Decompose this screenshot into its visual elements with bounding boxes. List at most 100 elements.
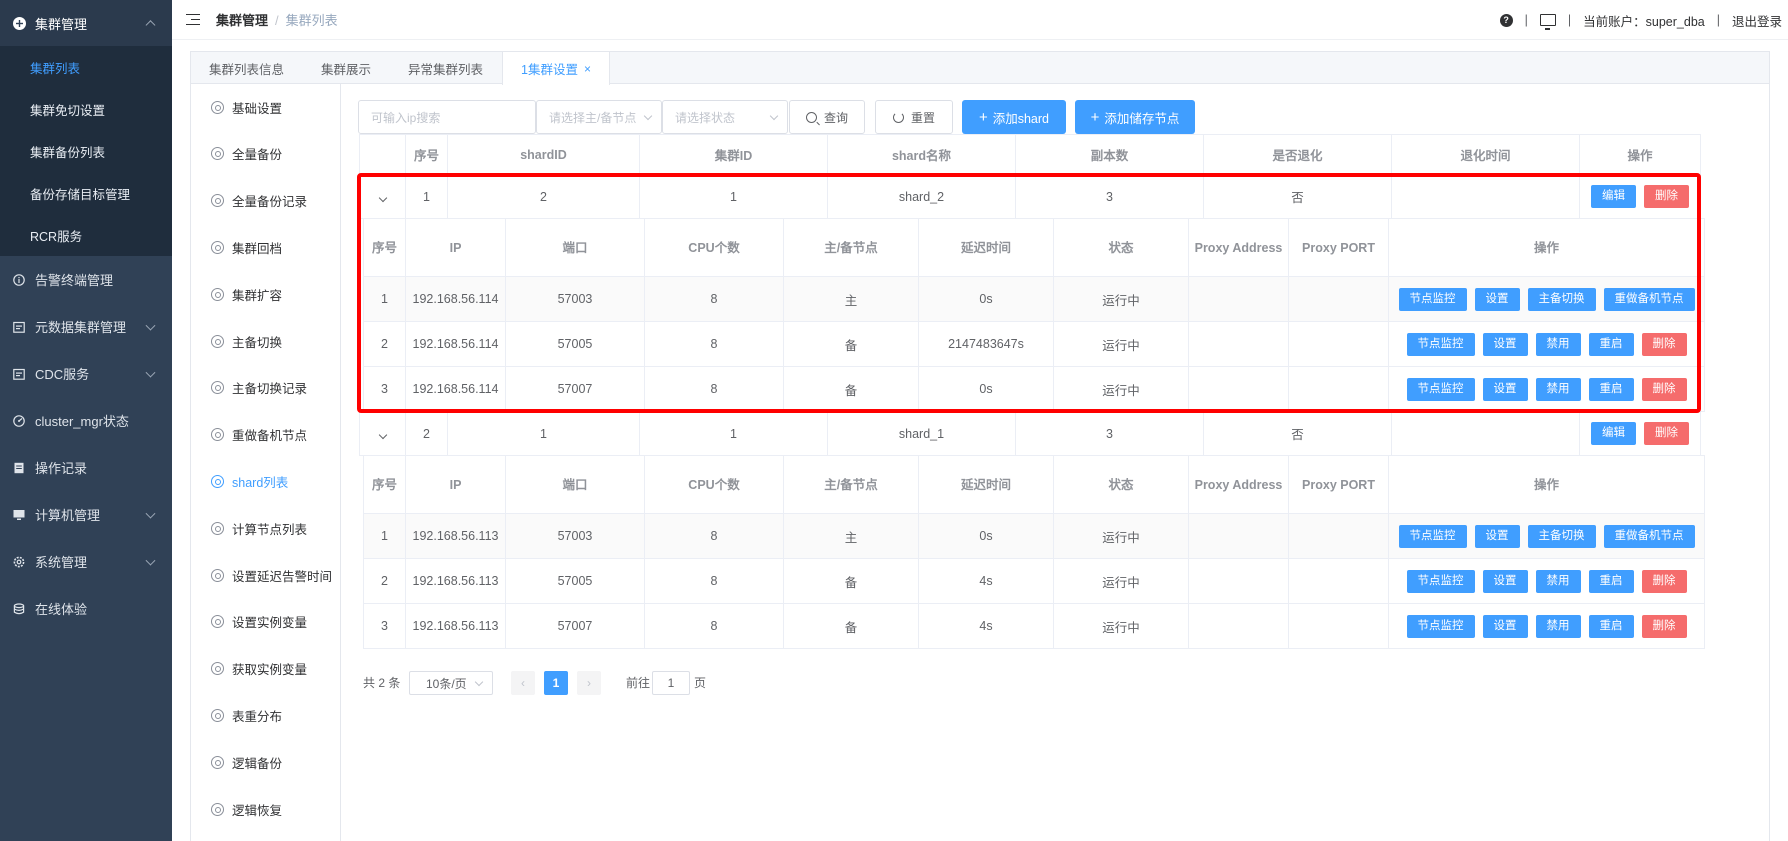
sidebar-item-5[interactable]: 计算机管理 bbox=[0, 491, 172, 538]
edit-button[interactable]: 编辑 bbox=[1591, 185, 1636, 208]
sidebar-item-3[interactable]: cluster_mgr状态 bbox=[0, 397, 172, 444]
subnav-item-2[interactable]: 全量备份记录 bbox=[211, 191, 307, 211]
subnav-item-13[interactable]: 表重分布 bbox=[211, 705, 282, 725]
reset-button[interactable]: 重置 bbox=[875, 100, 953, 134]
node-monitor-button[interactable]: 节点监控 bbox=[1398, 287, 1467, 311]
rebuild-standby-button[interactable]: 重做备机节点 bbox=[1603, 287, 1695, 311]
subnav-item-15[interactable]: 逻辑恢复 bbox=[211, 799, 282, 819]
add-storage-node-button[interactable]: + 添加储存节点 bbox=[1075, 100, 1195, 134]
subnav-item-4[interactable]: 集群扩容 bbox=[211, 284, 282, 304]
shard-cell-cluster-id: 1 bbox=[639, 411, 828, 456]
node-settings-button[interactable]: 设置 bbox=[1474, 524, 1520, 548]
node-settings-button[interactable]: 设置 bbox=[1482, 614, 1528, 638]
chevron-down-icon[interactable] bbox=[378, 430, 387, 439]
help-icon[interactable]: ? bbox=[1499, 13, 1513, 27]
subnav-item-5[interactable]: 主备切换 bbox=[211, 331, 282, 351]
subnav-item-3[interactable]: 集群回档 bbox=[211, 237, 282, 257]
subnav-item-6[interactable]: 主备切换记录 bbox=[211, 378, 307, 398]
sidebar-item-0[interactable]: 告警终端管理 bbox=[0, 256, 172, 303]
node-settings-button[interactable]: 设置 bbox=[1482, 377, 1528, 401]
column-header: 是否退化 bbox=[1203, 134, 1392, 175]
delete-node-button[interactable]: 删除 bbox=[1641, 614, 1687, 638]
delete-button[interactable]: 删除 bbox=[1644, 422, 1689, 445]
subnav-item-11[interactable]: 设置实例变量 bbox=[211, 612, 307, 632]
restart-button[interactable]: 重启 bbox=[1588, 377, 1634, 401]
sidebar-subitem-2[interactable]: 集群备份列表 bbox=[0, 130, 172, 172]
close-icon[interactable]: × bbox=[584, 62, 591, 76]
sidebar-subitem-0[interactable]: 集群列表 bbox=[0, 46, 172, 88]
node-role-select[interactable]: 请选择主/备节点 bbox=[536, 100, 662, 134]
tab-1[interactable]: 集群展示 bbox=[303, 52, 390, 84]
subnav-item-14[interactable]: 逻辑备份 bbox=[211, 752, 282, 772]
switchover-button[interactable]: 主备切换 bbox=[1527, 287, 1596, 311]
subnav-item-0[interactable]: 基础设置 bbox=[211, 97, 282, 117]
delete-node-button[interactable]: 删除 bbox=[1641, 569, 1687, 593]
expand-cell[interactable] bbox=[359, 411, 406, 456]
node-actions-cell: 节点监控 设置 禁用 重启 删除 bbox=[1388, 603, 1705, 649]
node-monitor-button[interactable]: 节点监控 bbox=[1406, 377, 1475, 401]
sidebar-item-7[interactable]: 在线体验 bbox=[0, 585, 172, 632]
node-monitor-button[interactable]: 节点监控 bbox=[1406, 569, 1475, 593]
ip-search-input[interactable]: 可输入ip搜索 bbox=[358, 100, 536, 134]
chevron-down-icon[interactable] bbox=[378, 193, 387, 202]
sidebar-item-1[interactable]: 元数据集群管理 bbox=[0, 303, 172, 350]
restart-button[interactable]: 重启 bbox=[1588, 569, 1634, 593]
add-shard-button[interactable]: + 添加shard bbox=[962, 100, 1066, 134]
fullscreen-icon[interactable] bbox=[1539, 14, 1556, 30]
delete-node-button[interactable]: 删除 bbox=[1641, 332, 1687, 356]
subnav-item-8[interactable]: shard列表 bbox=[211, 471, 288, 491]
node-settings-button[interactable]: 设置 bbox=[1474, 287, 1520, 311]
logout-link[interactable]: 退出登录 bbox=[1732, 11, 1782, 30]
sidebar-subitem-1[interactable]: 集群免切设置 bbox=[0, 88, 172, 130]
sidebar-item-4[interactable]: 操作记录 bbox=[0, 444, 172, 491]
subnav-item-12[interactable]: 获取实例变量 bbox=[211, 659, 307, 679]
subnav-item-label: 全量备份记录 bbox=[232, 195, 308, 210]
subnav-item-7[interactable]: 重做备机节点 bbox=[211, 425, 307, 445]
page-size-select[interactable]: 10条/页 bbox=[409, 671, 493, 695]
query-button[interactable]: 查询 bbox=[789, 100, 865, 134]
subnav-item-9[interactable]: 计算节点列表 bbox=[211, 518, 307, 538]
subnav-item-label: 集群扩容 bbox=[232, 288, 283, 303]
subnav-item-1[interactable]: 全量备份 bbox=[211, 144, 282, 164]
expand-cell[interactable] bbox=[359, 174, 406, 219]
sidebar-item-6[interactable]: 系统管理 bbox=[0, 538, 172, 585]
switchover-button[interactable]: 主备切换 bbox=[1527, 524, 1596, 548]
node-settings-button[interactable]: 设置 bbox=[1482, 569, 1528, 593]
sidebar-item-2[interactable]: CDC服务 bbox=[0, 350, 172, 397]
node-cell-proxy-port bbox=[1288, 558, 1389, 604]
restart-button[interactable]: 重启 bbox=[1588, 614, 1634, 638]
hamburger-icon[interactable] bbox=[186, 13, 200, 26]
node-settings-button[interactable]: 设置 bbox=[1482, 332, 1528, 356]
disable-button[interactable]: 禁用 bbox=[1535, 614, 1581, 638]
delete-button[interactable]: 删除 bbox=[1644, 185, 1689, 208]
ip-search-placeholder: 可输入ip搜索 bbox=[371, 110, 441, 125]
node-monitor-button[interactable]: 节点监控 bbox=[1406, 614, 1475, 638]
tab-0[interactable]: 集群列表信息 bbox=[191, 52, 303, 84]
disable-button[interactable]: 禁用 bbox=[1535, 377, 1581, 401]
sidebar-subitem-3[interactable]: 备份存储目标管理 bbox=[0, 172, 172, 214]
disable-button[interactable]: 禁用 bbox=[1535, 332, 1581, 356]
restart-button[interactable]: 重启 bbox=[1588, 332, 1634, 356]
sidebar-group-cluster-management[interactable]: 集群管理 bbox=[0, 0, 172, 46]
breadcrumb-item-cluster-management[interactable]: 集群管理 bbox=[216, 13, 268, 28]
column-header: CPU个数 bbox=[644, 455, 784, 514]
node-monitor-button[interactable]: 节点监控 bbox=[1398, 524, 1467, 548]
tab-3[interactable]: 1集群设置 × bbox=[502, 52, 611, 85]
subnav-item-10[interactable]: 设置延迟告警时间 bbox=[211, 565, 332, 585]
node-cell-port: 57003 bbox=[505, 513, 645, 559]
prev-page-button[interactable]: ‹ bbox=[511, 671, 535, 695]
column-header: 端口 bbox=[505, 218, 645, 277]
edit-button[interactable]: 编辑 bbox=[1591, 422, 1636, 445]
disable-button[interactable]: 禁用 bbox=[1535, 569, 1581, 593]
sidebar-subitem-4[interactable]: RCR服务 bbox=[0, 214, 172, 256]
status-select[interactable]: 请选择状态 bbox=[662, 100, 788, 134]
goto-page-input[interactable]: 1 bbox=[652, 671, 690, 695]
tab-2[interactable]: 异常集群列表 bbox=[390, 52, 502, 84]
rebuild-standby-button[interactable]: 重做备机节点 bbox=[1603, 524, 1695, 548]
node-cell-cpu: 8 bbox=[644, 513, 784, 559]
delete-node-button[interactable]: 删除 bbox=[1641, 377, 1687, 401]
page-number-current[interactable]: 1 bbox=[544, 671, 568, 695]
node-cell-no: 1 bbox=[363, 513, 406, 559]
next-page-button[interactable]: › bbox=[577, 671, 601, 695]
node-monitor-button[interactable]: 节点监控 bbox=[1406, 332, 1475, 356]
